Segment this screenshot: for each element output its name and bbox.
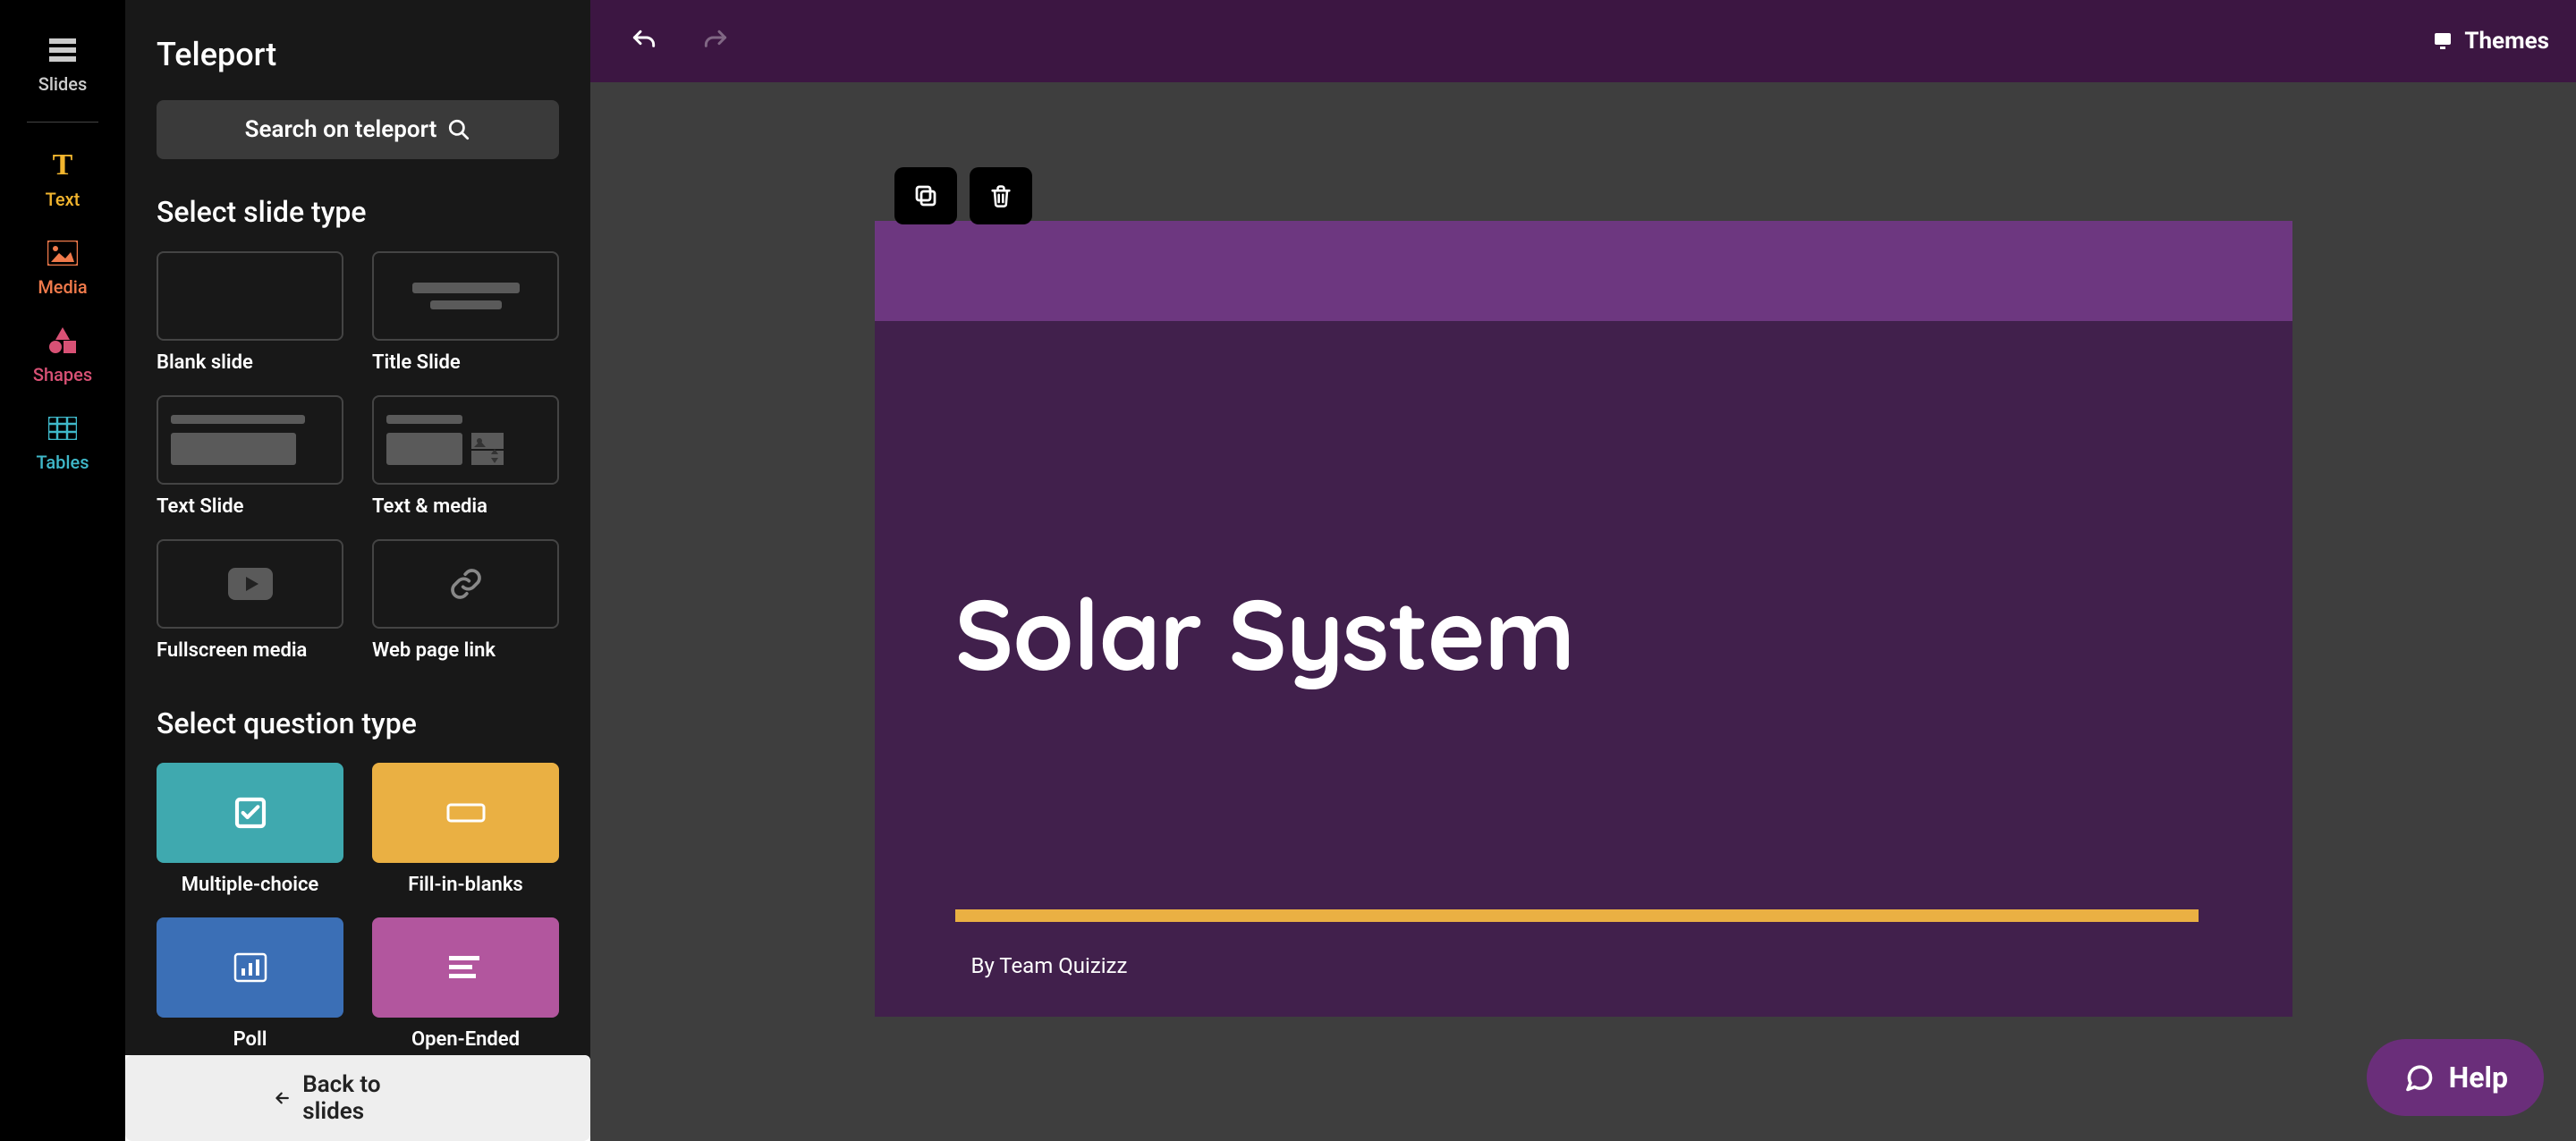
text-icon: T xyxy=(47,149,79,182)
slide-header-band xyxy=(875,221,2292,321)
duplicate-slide-button[interactable] xyxy=(894,167,957,224)
slide-type-label: Text Slide xyxy=(157,495,343,518)
help-label: Help xyxy=(2449,1061,2508,1095)
search-label: Search on teleport xyxy=(245,116,437,143)
slide-divider xyxy=(955,909,2199,922)
bar-chart-icon xyxy=(233,952,267,983)
panel-footer: Back to slides xyxy=(125,1055,590,1141)
question-poll[interactable]: Poll xyxy=(157,917,343,1051)
chat-icon xyxy=(2402,1061,2435,1094)
poll-thumb xyxy=(157,917,343,1018)
rail-text[interactable]: T Text xyxy=(46,149,80,210)
redo-button[interactable] xyxy=(698,23,733,59)
rail-media-label: Media xyxy=(38,276,87,298)
question-label: Fill-in-blanks xyxy=(372,874,559,896)
rail-slides-label: Slides xyxy=(38,73,88,95)
rail-tables-label: Tables xyxy=(36,452,89,473)
panel-title: Teleport xyxy=(157,36,559,73)
copy-icon xyxy=(912,182,939,209)
slide-type-label: Fullscreen media xyxy=(157,639,343,662)
tables-icon xyxy=(47,412,79,444)
fib-thumb xyxy=(372,763,559,863)
slide-type-webpage[interactable]: Web page link xyxy=(372,539,559,662)
question-label: Poll xyxy=(157,1028,343,1051)
question-open-ended[interactable]: Open-Ended xyxy=(372,917,559,1051)
lines-left-icon xyxy=(449,954,483,981)
undo-icon xyxy=(630,27,658,55)
shapes-icon xyxy=(47,325,79,357)
topbar: Themes xyxy=(590,0,2576,82)
slide-byline: By Team Quizizz xyxy=(971,953,2212,978)
slide-title: Solar System xyxy=(955,571,2212,695)
search-icon xyxy=(447,118,470,141)
slide-type-heading: Select slide type xyxy=(157,195,559,229)
play-icon xyxy=(228,568,273,600)
question-fill-in-blanks[interactable]: Fill-in-blanks xyxy=(372,763,559,896)
back-to-slides-button[interactable]: Back to slides xyxy=(125,1055,590,1141)
slide-type-fullscreen-media[interactable]: Fullscreen media xyxy=(157,539,343,662)
rail-shapes[interactable]: Shapes xyxy=(33,325,92,385)
slide-type-text[interactable]: Text Slide xyxy=(157,395,343,518)
rail-slides[interactable]: Slides xyxy=(38,34,88,95)
delete-slide-button[interactable] xyxy=(970,167,1032,224)
slide-type-label: Web page link xyxy=(372,639,559,662)
rail-media[interactable]: Media xyxy=(38,237,87,298)
question-type-heading: Select question type xyxy=(157,706,559,740)
slide-type-text-media[interactable]: Text & media xyxy=(372,395,559,518)
blank-slide-thumb xyxy=(157,251,343,341)
webpage-thumb xyxy=(372,539,559,629)
slide-type-label: Blank slide xyxy=(157,351,343,374)
slide-type-title[interactable]: Title Slide xyxy=(372,251,559,374)
themes-label: Themes xyxy=(2464,28,2549,55)
left-rail: Slides T Text Media Shapes Tables xyxy=(0,0,125,1141)
rail-text-label: Text xyxy=(46,189,80,210)
rail-tables[interactable]: Tables xyxy=(36,412,89,473)
back-label: Back to slides xyxy=(302,1071,443,1125)
link-icon xyxy=(448,566,484,602)
fullscreen-media-thumb xyxy=(157,539,343,629)
slide-type-label: Title Slide xyxy=(372,351,559,374)
hamburger-slides-icon xyxy=(47,34,79,66)
blank-box-icon xyxy=(446,799,486,826)
media-icon xyxy=(47,237,79,269)
arrow-left-icon xyxy=(273,1088,292,1108)
slide-type-label: Text & media xyxy=(372,495,559,518)
question-label: Multiple-choice xyxy=(157,874,343,896)
themes-icon xyxy=(2432,30,2453,52)
main-area: Themes Solar System By Team Quizizz xyxy=(590,0,2576,1141)
slide-preview[interactable]: Solar System By Team Quizizz xyxy=(875,221,2292,1017)
slide-type-blank[interactable]: Blank slide xyxy=(157,251,343,374)
checkbox-icon xyxy=(233,795,268,831)
question-multiple-choice[interactable]: Multiple-choice xyxy=(157,763,343,896)
text-media-thumb xyxy=(372,395,559,485)
open-thumb xyxy=(372,917,559,1018)
side-panel: Teleport Search on teleport Select slide… xyxy=(125,0,590,1141)
text-slide-thumb xyxy=(157,395,343,485)
rail-shapes-label: Shapes xyxy=(33,364,92,385)
mc-thumb xyxy=(157,763,343,863)
slide-toolbar xyxy=(894,167,1032,224)
title-slide-thumb xyxy=(372,251,559,341)
search-teleport-button[interactable]: Search on teleport xyxy=(157,100,559,159)
undo-button[interactable] xyxy=(626,23,662,59)
question-label: Open-Ended xyxy=(372,1028,559,1051)
help-button[interactable]: Help xyxy=(2367,1039,2544,1116)
themes-button[interactable]: Themes xyxy=(2432,28,2549,55)
redo-icon xyxy=(701,27,730,55)
rail-divider xyxy=(27,122,98,123)
canvas-area: Solar System By Team Quizizz xyxy=(590,82,2576,1141)
trash-icon xyxy=(988,182,1013,209)
